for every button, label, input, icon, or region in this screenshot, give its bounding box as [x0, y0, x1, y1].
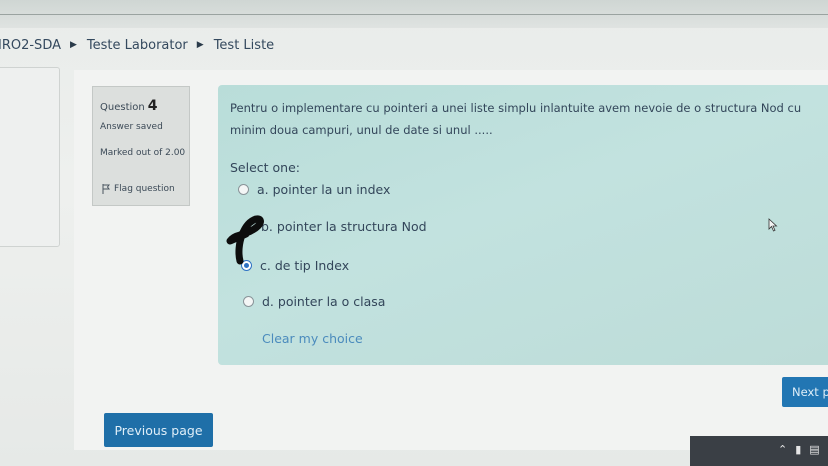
system-tray: ⌃ ▮ ▤: [778, 443, 820, 456]
question-mark: Marked out of 2.00: [100, 148, 186, 158]
side-panel: [0, 67, 60, 247]
chevron-up-icon[interactable]: ⌃: [778, 443, 787, 456]
ink-scribble-mark: [226, 215, 264, 265]
breadcrumb-page[interactable]: Test Liste: [214, 38, 274, 53]
breadcrumb-separator-icon: ▶: [196, 40, 204, 50]
question-card: Pentru o implementare cu pointeri a unei…: [218, 85, 828, 365]
option-label: c. de tip Index: [260, 258, 350, 273]
radio-button[interactable]: [238, 184, 249, 195]
next-page-button[interactable]: Next pa: [782, 377, 828, 407]
flag-icon: [102, 184, 110, 194]
previous-page-button[interactable]: Previous page: [104, 413, 213, 447]
answer-option-a[interactable]: a. pointer la un index: [238, 182, 390, 197]
divider: [0, 14, 828, 15]
answer-option-d[interactable]: d. pointer la o clasa: [243, 294, 385, 309]
top-banner: [0, 0, 828, 28]
microphone-icon[interactable]: ▮: [795, 443, 801, 456]
breadcrumb: IRO2-SDA ▶ Teste Laborator ▶ Test Liste: [0, 35, 274, 55]
question-info-box: Question 4 Answer saved Marked out of 2.0…: [92, 86, 190, 206]
answer-option-b[interactable]: b. pointer la structura Nod: [242, 219, 427, 234]
question-label: Question: [100, 102, 145, 113]
breadcrumb-section[interactable]: Teste Laborator: [87, 38, 188, 53]
option-label: d. pointer la o clasa: [262, 294, 386, 309]
clear-choice-link[interactable]: Clear my choice: [262, 331, 363, 346]
flag-question-link[interactable]: Flag question: [102, 184, 175, 194]
network-icon[interactable]: ▤: [809, 443, 819, 456]
question-status: Answer saved: [100, 122, 163, 132]
select-one-label: Select one:: [230, 160, 301, 175]
breadcrumb-separator-icon: ▶: [70, 40, 77, 50]
radio-button[interactable]: [243, 296, 254, 307]
flag-question-label: Flag question: [114, 184, 175, 194]
question-number-value: 4: [147, 98, 158, 114]
option-label: a. pointer la un index: [257, 182, 391, 197]
mouse-cursor-icon: [768, 218, 778, 232]
option-label: b. pointer la structura Nod: [261, 219, 427, 234]
breadcrumb-course[interactable]: IRO2-SDA: [0, 38, 61, 53]
question-number: Question 4: [100, 98, 157, 114]
question-text: Pentru o implementare cu pointeri a unei…: [230, 101, 802, 137]
